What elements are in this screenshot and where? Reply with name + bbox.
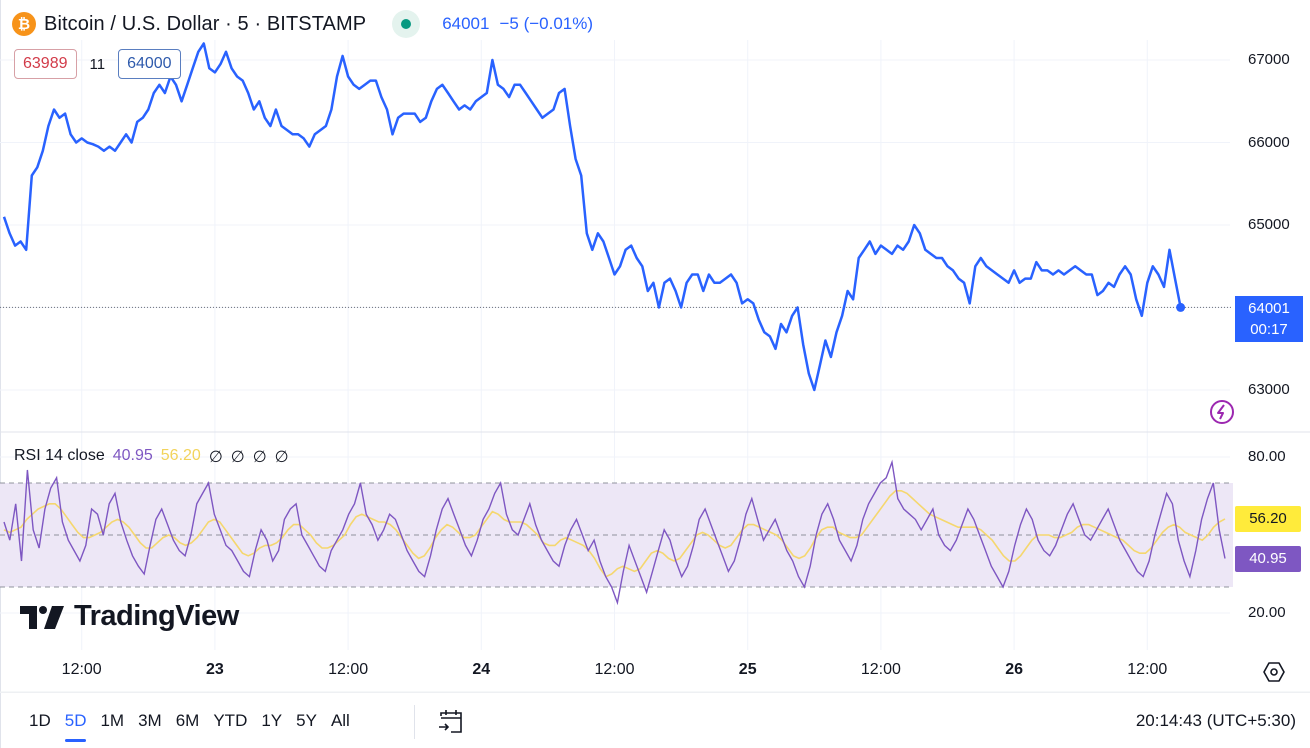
range-button-1y[interactable]: 1Y: [254, 711, 289, 731]
price-axis-tick: 66000: [1248, 133, 1290, 151]
time-axis-tick: 12:00: [860, 661, 901, 678]
buy-button[interactable]: 64000: [118, 49, 181, 79]
spread-value: 11: [89, 55, 106, 73]
chart-canvas[interactable]: [0, 0, 1310, 748]
rsi-legend[interactable]: RSI 14 close 40.95 56.20 ∅ ∅ ∅ ∅: [14, 447, 289, 467]
range-button-5y[interactable]: 5Y: [289, 711, 324, 731]
price-line: [2, 42, 1182, 392]
symbol-header: ₿ Bitcoin / U.S. Dollar · 5 · BITSTAMP 6…: [12, 10, 593, 38]
rsi-axis-tick: 20.00: [1248, 604, 1286, 621]
rsi-extra-value: ∅: [230, 449, 245, 466]
rsi-value-tag: 40.95: [1235, 546, 1301, 572]
bid-ask-panel: 63989 11 64000: [14, 49, 181, 79]
range-button-5d[interactable]: 5D: [58, 711, 94, 742]
rsi-axis-tick: 80.00: [1248, 448, 1286, 465]
bar-countdown: 00:17: [1250, 321, 1288, 338]
rsi-extra-value: ∅: [274, 449, 289, 466]
chart-settings-icon[interactable]: [1262, 660, 1286, 684]
range-button-1d[interactable]: 1D: [22, 711, 58, 731]
price-axis-tick: 65000: [1248, 216, 1290, 233]
time-axis-tick: 12:00: [1127, 661, 1168, 678]
sell-button[interactable]: 63989: [14, 49, 77, 79]
toolbar-separator: [414, 705, 415, 739]
clock-timezone[interactable]: 20:14:43 (UTC+5:30): [1136, 711, 1296, 731]
last-price-tag-value: 64001: [1248, 300, 1290, 317]
rsi-ma-tag: 56.20: [1235, 506, 1301, 532]
time-axis-tick: 23: [205, 661, 224, 678]
market-status-indicator[interactable]: [392, 10, 421, 38]
rsi-extra-value: ∅: [208, 449, 223, 466]
go-to-date-icon[interactable]: [436, 705, 466, 737]
time-axis-tick: 25: [738, 661, 757, 678]
rsi-ma-value: 56.20: [160, 447, 201, 464]
time-axis-tick: 12:00: [61, 661, 102, 678]
tradingview-wordmark: TradingView: [74, 600, 239, 632]
price-axis-tick: 67000: [1248, 51, 1290, 68]
alert-lightning-icon[interactable]: [1208, 398, 1236, 426]
bottom-toolbar: 1D 5D 1M 3M 6M YTD 1Y 5Y All 20:14:43 (UTC+5:30): [0, 692, 1310, 748]
last-price-tag: 64001 00:17: [1235, 296, 1303, 342]
bitcoin-icon: ₿: [12, 12, 36, 36]
tradingview-logo[interactable]: TradingView: [20, 600, 239, 633]
time-axis-tick: 12:00: [328, 661, 369, 678]
price-change: −5 (−0.01%): [499, 14, 594, 33]
time-axis-tick: 26: [1005, 661, 1023, 678]
range-button-6m[interactable]: 6M: [169, 711, 207, 731]
date-range-selector: 1D 5D 1M 3M 6M YTD 1Y 5Y All: [22, 711, 357, 742]
time-axis-tick: 24: [472, 661, 491, 678]
symbol-title[interactable]: Bitcoin / U.S. Dollar · 5 · BITSTAMP: [44, 13, 366, 36]
last-price-dot: [1176, 302, 1186, 312]
time-axis-tick: 12:00: [594, 661, 635, 678]
range-button-ytd[interactable]: YTD: [206, 711, 254, 731]
last-price: 64001: [442, 14, 490, 33]
range-button-1m[interactable]: 1M: [93, 711, 131, 731]
range-button-3m[interactable]: 3M: [131, 711, 169, 731]
tradingview-logo-icon: [20, 605, 64, 629]
price-axis-tick: 63000: [1248, 381, 1290, 398]
market-open-dot-icon: [401, 19, 412, 29]
rsi-extra-value: ∅: [252, 449, 267, 466]
range-button-all[interactable]: All: [324, 711, 357, 731]
rsi-label: RSI 14 close: [14, 447, 105, 464]
rsi-value: 40.95: [112, 447, 153, 464]
